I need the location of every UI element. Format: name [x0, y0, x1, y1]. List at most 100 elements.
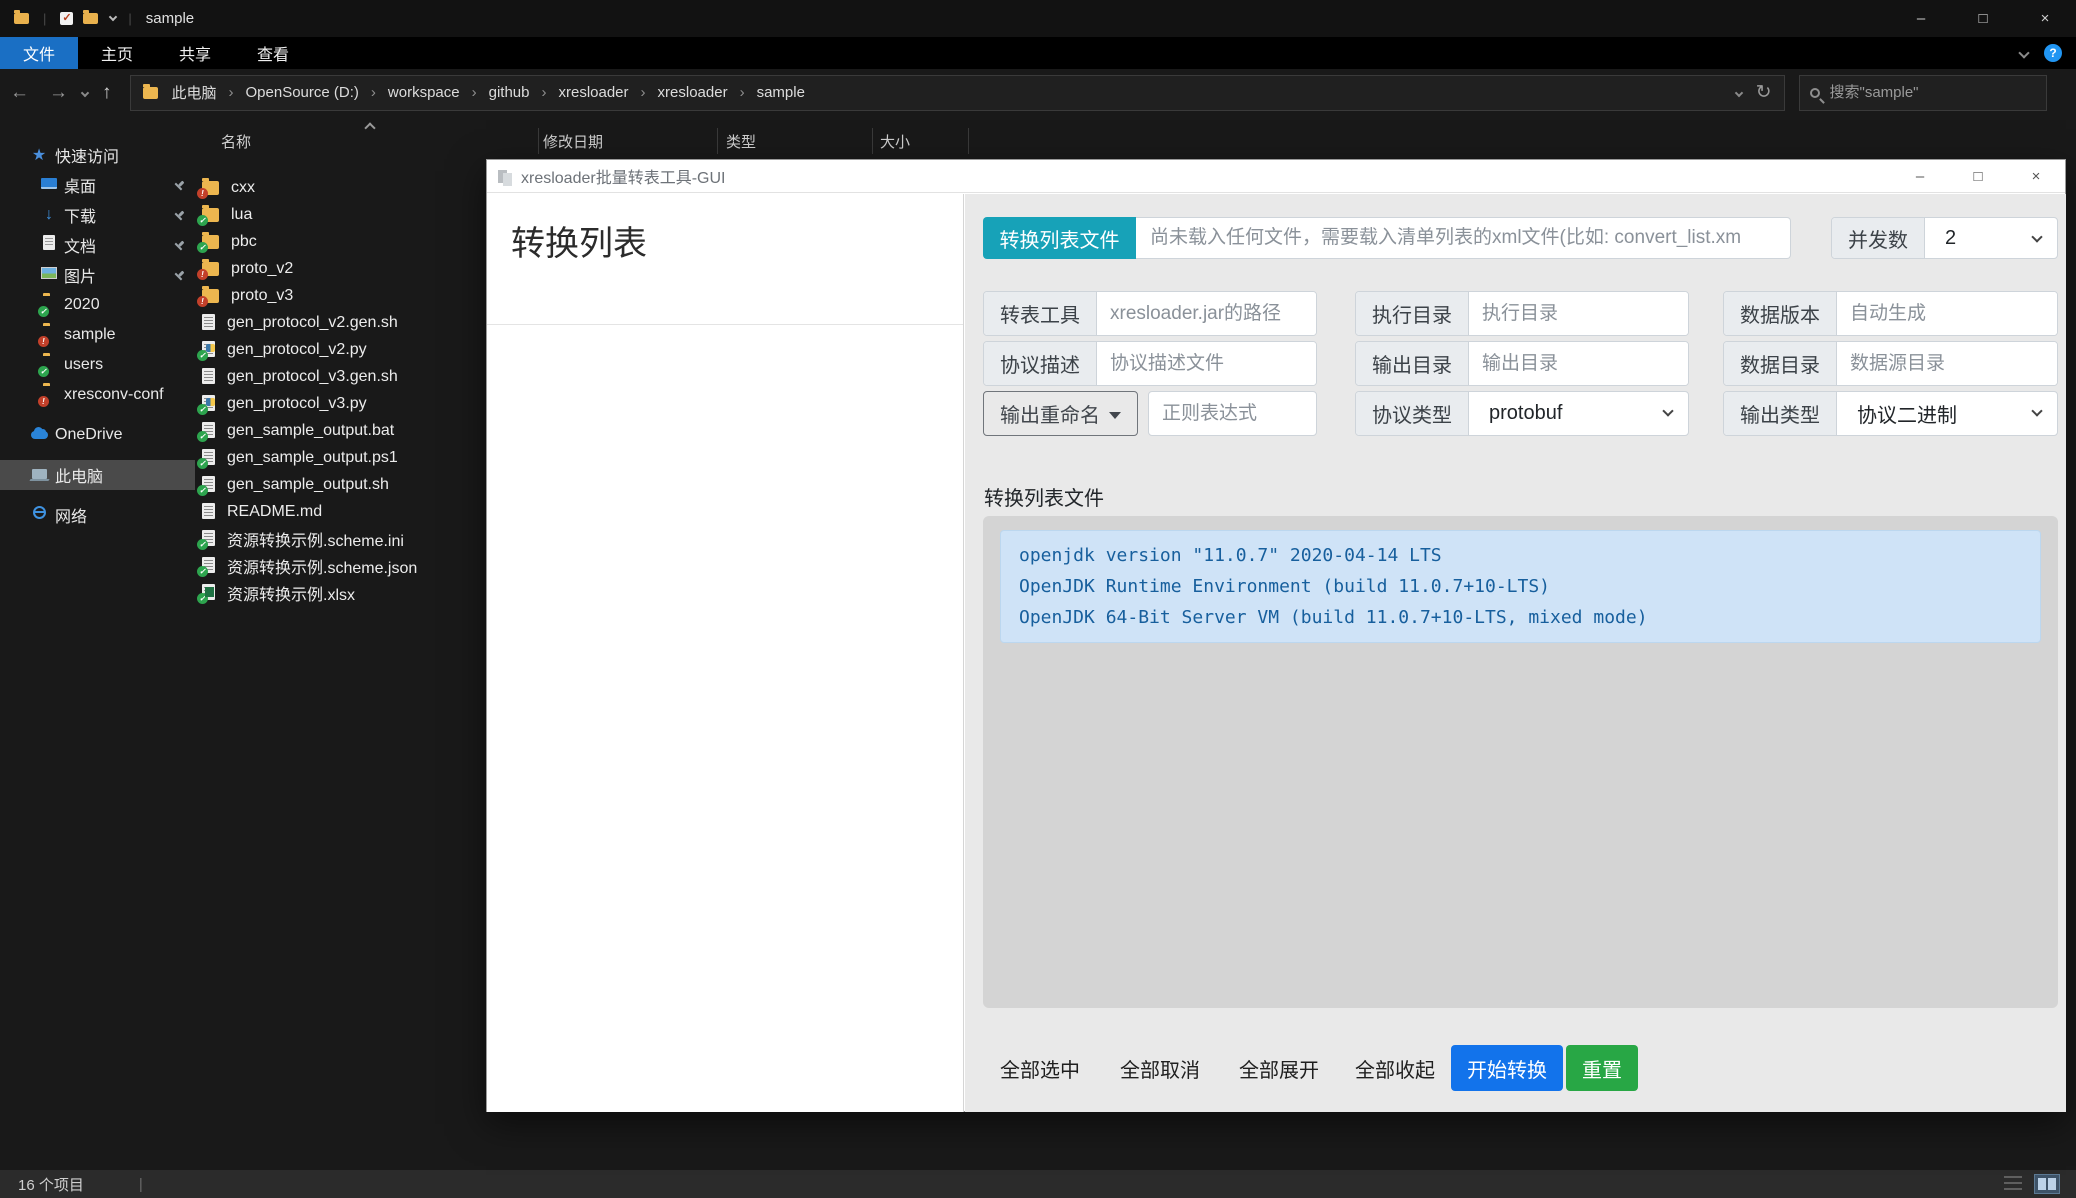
window-title: sample: [145, 10, 195, 27]
pin-icon: [172, 238, 188, 254]
help-icon[interactable]: ?: [2044, 44, 2062, 62]
address-dropdown-icon[interactable]: [1734, 88, 1743, 97]
breadcrumb-item[interactable]: xresloader: [654, 84, 732, 101]
start-convert-button[interactable]: 开始转换: [1451, 1045, 1563, 1091]
sidebar-item-network[interactable]: 网络: [0, 500, 195, 530]
collapse-all-button[interactable]: 全部收起: [1355, 1054, 1435, 1083]
sidebar-item-sample[interactable]: sample: [0, 320, 195, 350]
onedrive-cloud-icon: [30, 427, 48, 439]
field-label: 数据版本: [1724, 292, 1837, 335]
maximize-button[interactable]: □: [1952, 0, 2014, 37]
regex-input[interactable]: [1148, 391, 1317, 436]
sidebar-label: users: [64, 356, 104, 373]
minimize-button[interactable]: –: [1890, 0, 1952, 37]
column-divider[interactable]: [538, 128, 539, 154]
search-input[interactable]: [1829, 84, 2020, 101]
modified-badge-icon: [38, 336, 49, 347]
proto-desc-input[interactable]: [1097, 342, 1316, 385]
sidebar-item-quick-access[interactable]: ★ 快速访问: [0, 140, 195, 170]
convert-list-heading: 转换列表: [511, 225, 647, 263]
thumbnail-view-icon[interactable]: [2034, 1174, 2060, 1194]
field-proto-type: 协议类型 protobuf: [1355, 391, 1689, 436]
sidebar-item-2020[interactable]: 2020: [0, 290, 195, 320]
proto-type-select[interactable]: protobuf: [1469, 392, 1688, 435]
column-header-size[interactable]: 大小: [880, 126, 910, 156]
file-row[interactable]: cxx: [197, 174, 482, 201]
select-all-button[interactable]: 全部选中: [1000, 1054, 1080, 1083]
sidebar-item-documents[interactable]: 文档: [0, 230, 195, 260]
file-row[interactable]: gen_sample_output.ps1: [197, 444, 482, 471]
address-bar[interactable]: 此电脑 › OpenSource (D:) › workspace › gith…: [129, 74, 1785, 111]
breadcrumb-item[interactable]: sample: [753, 84, 809, 101]
breadcrumb-item[interactable]: workspace: [384, 84, 464, 101]
tab-share[interactable]: 共享: [156, 37, 234, 69]
up-icon[interactable]: ↑: [102, 82, 112, 104]
forward-icon[interactable]: →: [49, 82, 68, 104]
sidebar-item-this-pc[interactable]: 此电脑: [0, 460, 195, 490]
column-divider[interactable]: [872, 128, 873, 154]
file-row[interactable]: proto_v2: [197, 255, 482, 282]
close-button[interactable]: ×: [2014, 0, 2076, 37]
exec-dir-input[interactable]: [1469, 292, 1688, 335]
file-row[interactable]: gen_protocol_v3.py: [197, 390, 482, 417]
jar-path-input[interactable]: [1097, 292, 1316, 335]
file-row[interactable]: 资源转换示例.scheme.json: [197, 552, 482, 579]
sidebar-item-desktop[interactable]: 桌面: [0, 170, 195, 200]
concurrency-select[interactable]: 2: [1925, 218, 2057, 258]
data-version-input[interactable]: [1837, 292, 2057, 335]
breadcrumb-item[interactable]: 此电脑: [168, 82, 221, 103]
column-header-name[interactable]: 名称: [221, 126, 251, 156]
sidebar-item-users[interactable]: users: [0, 350, 195, 380]
file-row[interactable]: README.md: [202, 498, 482, 525]
new-folder-icon[interactable]: [83, 10, 99, 24]
close-button[interactable]: ×: [2007, 168, 2065, 185]
file-row[interactable]: gen_protocol_v2.gen.sh: [202, 309, 482, 336]
minimize-button[interactable]: –: [1891, 168, 1949, 185]
file-row[interactable]: 资源转换示例.scheme.ini: [197, 525, 482, 552]
file-name: gen_sample_output.bat: [227, 421, 395, 439]
xresloader-gui-window: xresloader批量转表工具-GUI – □ × 转换列表 转换列表文件 并…: [486, 159, 2066, 1112]
file-row[interactable]: gen_sample_output.sh: [197, 471, 482, 498]
expand-all-button[interactable]: 全部展开: [1239, 1054, 1319, 1083]
reset-button[interactable]: 重置: [1566, 1045, 1638, 1091]
details-view-icon[interactable]: [2004, 1176, 2022, 1192]
data-dir-input[interactable]: [1837, 342, 2057, 385]
file-row[interactable]: lua: [197, 201, 482, 228]
convert-list-file-input[interactable]: [1136, 217, 1791, 259]
tab-home[interactable]: 主页: [78, 37, 156, 69]
file-ok-icon: [197, 529, 215, 550]
file-row[interactable]: pbc: [197, 228, 482, 255]
sidebar-item-pictures[interactable]: 图片: [0, 260, 195, 290]
sidebar-item-downloads[interactable]: ↓ 下载: [0, 200, 195, 230]
breadcrumb-item[interactable]: xresloader: [554, 84, 632, 101]
output-dir-input[interactable]: [1469, 342, 1688, 385]
sidebar-item-onedrive[interactable]: OneDrive: [0, 420, 195, 450]
quick-access-toolbar-chevron-icon[interactable]: [109, 12, 118, 22]
refresh-icon[interactable]: ↻: [1756, 81, 1772, 104]
recent-locations-icon[interactable]: [80, 88, 90, 97]
back-icon[interactable]: ←: [10, 82, 29, 104]
maximize-button[interactable]: □: [1949, 168, 2007, 185]
deselect-all-button[interactable]: 全部取消: [1120, 1054, 1200, 1083]
breadcrumb-item[interactable]: OpenSource (D:): [242, 84, 363, 101]
file-row[interactable]: 资源转换示例.xlsx: [197, 579, 482, 606]
rename-dropdown-button[interactable]: 输出重命名: [983, 391, 1138, 436]
ribbon-expand-icon[interactable]: [2018, 47, 2030, 59]
column-header-type[interactable]: 类型: [726, 126, 756, 156]
file-row[interactable]: gen_protocol_v2.py: [197, 336, 482, 363]
properties-check-icon[interactable]: [60, 11, 74, 25]
tab-file[interactable]: 文件: [0, 37, 79, 69]
file-row[interactable]: gen_sample_output.bat: [197, 417, 482, 444]
file-row[interactable]: proto_v3: [197, 282, 482, 309]
column-header-date[interactable]: 修改日期: [543, 126, 603, 156]
sidebar-item-xresconv-conf[interactable]: xresconv-conf: [0, 380, 195, 410]
column-divider[interactable]: [968, 128, 969, 154]
column-divider[interactable]: [717, 128, 718, 154]
tab-view[interactable]: 查看: [234, 37, 312, 69]
settings-panel: 转换列表文件 并发数 2 转表工具 协议描述 输出重命名: [965, 194, 2066, 1112]
file-row[interactable]: gen_protocol_v3.gen.sh: [202, 363, 482, 390]
load-convert-list-button[interactable]: 转换列表文件: [983, 217, 1136, 259]
output-type-select[interactable]: 协议二进制: [1837, 392, 2057, 435]
breadcrumb-item[interactable]: github: [485, 84, 534, 101]
breadcrumb-separator-icon: ›: [471, 84, 477, 101]
